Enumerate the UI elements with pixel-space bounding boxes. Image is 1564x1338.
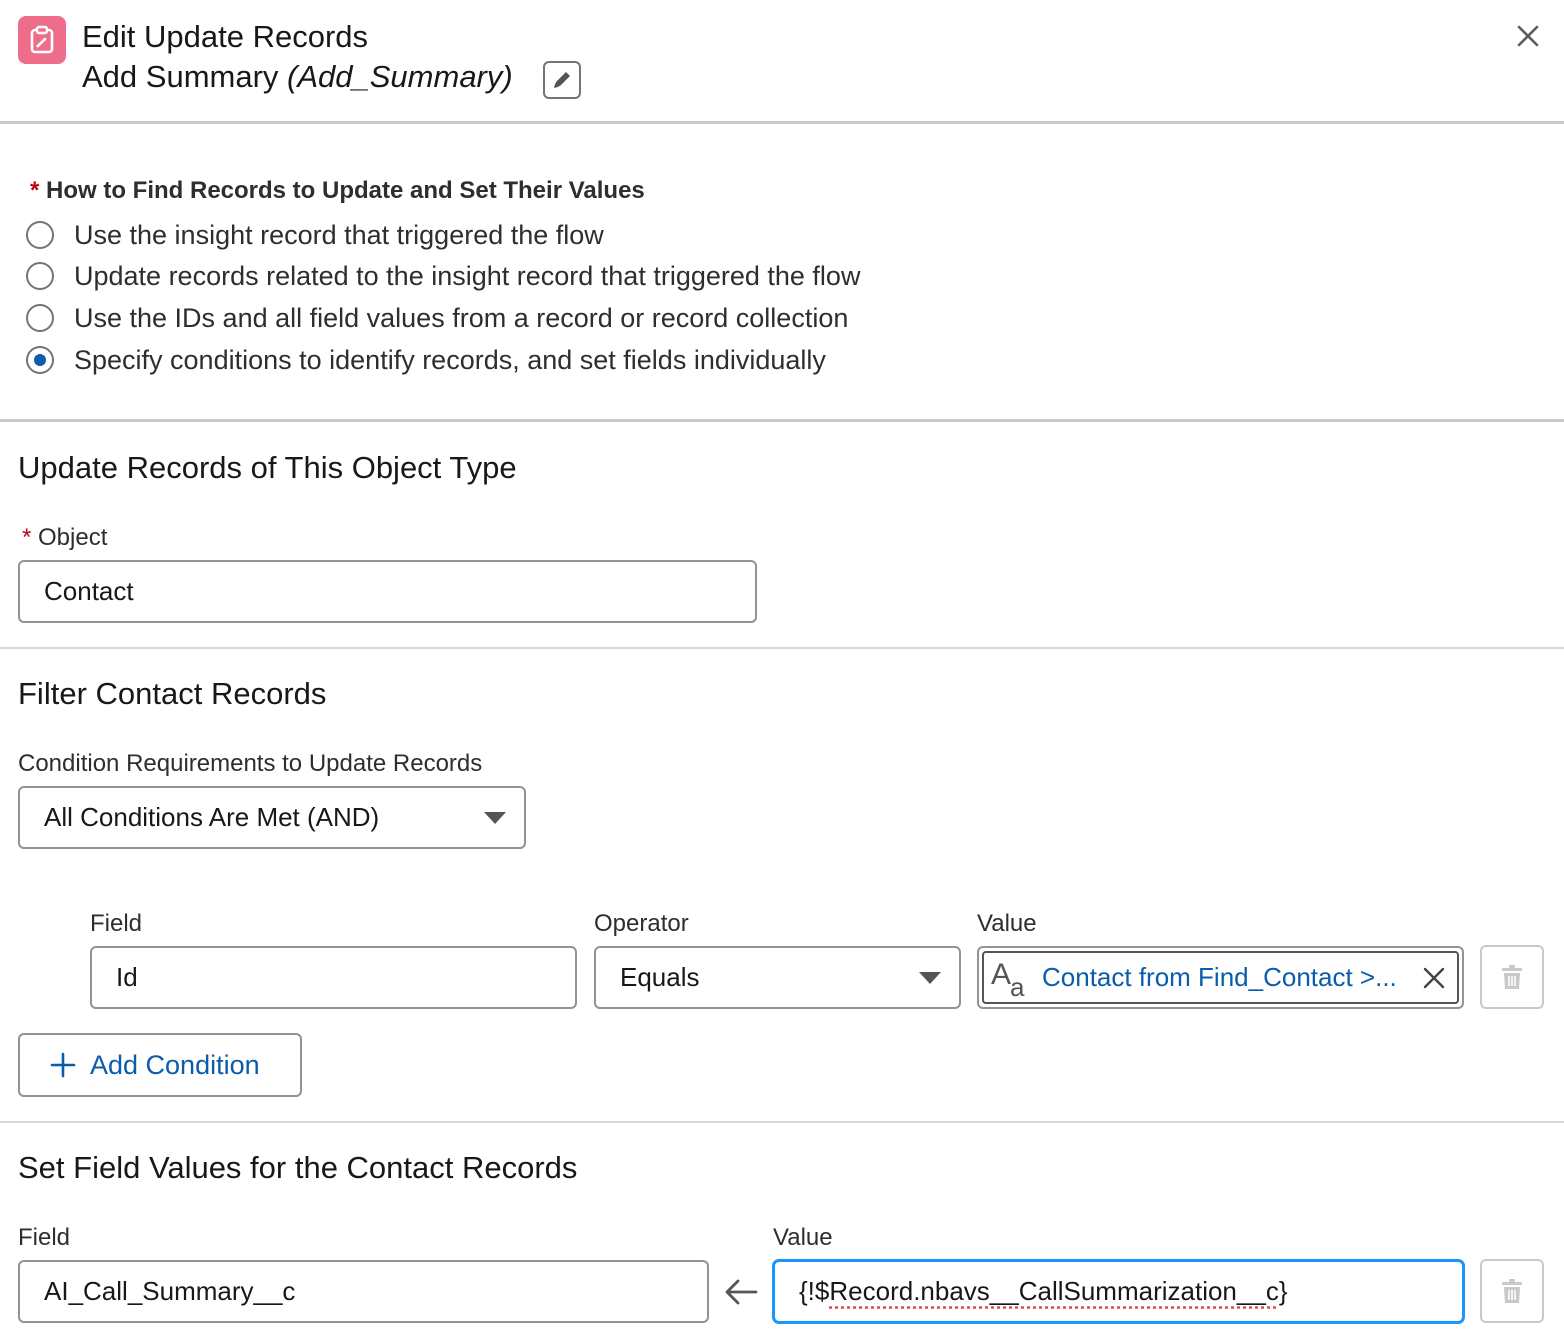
section-divider (0, 1121, 1564, 1123)
add-condition-button[interactable]: Add Condition (18, 1033, 302, 1097)
element-api-name: (Add_Summary) (287, 59, 513, 94)
object-label-text: Object (38, 524, 108, 551)
required-marker: * (30, 177, 40, 204)
radio-button[interactable] (26, 304, 54, 332)
radio-button-selected[interactable] (26, 346, 54, 374)
radio-option-specify-conditions[interactable]: Specify conditions to identify records, … (26, 343, 826, 377)
section-divider (0, 419, 1564, 422)
set-value-input[interactable]: {!$ Record.nbavs__CallSummarization__c} (773, 1260, 1464, 1323)
caret-down-icon (484, 811, 506, 824)
add-condition-label: Add Condition (90, 1049, 260, 1080)
element-label: Add Summary (82, 59, 279, 94)
set-field-header: Field (18, 1224, 71, 1251)
condition-field-input[interactable]: Id (90, 946, 577, 1009)
radio-option-related-records[interactable]: Update records related to the insight re… (26, 259, 860, 293)
condition-operator-select[interactable]: Equals (594, 946, 961, 1009)
edit-label-button[interactable] (543, 61, 581, 99)
trash-icon (1502, 965, 1522, 989)
radio-option-record-collection[interactable]: Use the IDs and all field values from a … (26, 301, 848, 335)
delete-condition-button[interactable] (1480, 945, 1544, 1009)
radio-label: Use the IDs and all field values from a … (74, 302, 849, 333)
close-icon (1517, 25, 1539, 47)
caret-down-icon (919, 971, 941, 984)
radio-option-triggering-record[interactable]: Use the insight record that triggered th… (26, 218, 604, 252)
set-values-section-title: Set Field Values for the Contact Records (18, 1150, 578, 1185)
dialog-title: Edit Update Records (82, 19, 369, 54)
resource-pill-label: Contact from Find_Contact >... (1042, 962, 1397, 992)
condition-field-header: Field (90, 910, 143, 937)
element-name: Add Summary (Add_Summary) (82, 58, 513, 96)
text-type-icon: A a (991, 958, 1025, 999)
set-value-header: Value (773, 1224, 833, 1251)
find-records-label-text: How to Find Records to Update and Set Th… (46, 177, 645, 204)
set-value-merge-field: Record.nbavs__CallSummarization__c (829, 1276, 1279, 1306)
remove-pill-icon[interactable] (1423, 967, 1445, 989)
radio-label: Update records related to the insight re… (74, 260, 861, 291)
clipboard-edit-icon (18, 16, 66, 64)
find-records-label: * How to Find Records to Update and Set … (30, 176, 645, 206)
radio-button[interactable] (26, 221, 54, 249)
trash-icon (1502, 1279, 1522, 1303)
header-divider (0, 121, 1564, 124)
condition-value-input[interactable]: A a Contact from Find_Contact >... (977, 946, 1464, 1009)
arrow-left-icon (724, 1278, 758, 1306)
object-label: * Object (22, 523, 107, 553)
filter-section-title: Filter Contact Records (18, 676, 327, 711)
condition-value-header: Value (977, 910, 1037, 937)
section-divider (0, 647, 1564, 649)
object-section-title: Update Records of This Object Type (18, 450, 517, 485)
condition-requirements-label: Condition Requirements to Update Records (18, 750, 483, 777)
delete-field-value-button[interactable] (1480, 1259, 1544, 1323)
condition-operator-value: Equals (620, 962, 700, 992)
svg-text:a: a (1010, 972, 1025, 999)
set-field-input[interactable]: AI_Call_Summary__c (18, 1260, 709, 1323)
resource-pill[interactable]: A a Contact from Find_Contact >... (982, 951, 1459, 1004)
condition-requirements-select[interactable]: All Conditions Are Met (AND) (18, 786, 526, 849)
add-icon (50, 1052, 76, 1078)
condition-operator-header: Operator (594, 910, 689, 937)
set-value-prefix: {!$ (799, 1276, 830, 1306)
radio-label: Use the insight record that triggered th… (74, 219, 604, 250)
svg-text:A: A (991, 958, 1011, 991)
set-value-suffix: } (1278, 1276, 1288, 1306)
pencil-icon (554, 72, 570, 88)
radio-button[interactable] (26, 262, 54, 290)
close-button[interactable] (1512, 20, 1544, 52)
object-input[interactable]: Contact (18, 560, 757, 623)
required-marker: * (22, 524, 32, 551)
condition-requirements-value: All Conditions Are Met (AND) (44, 802, 380, 832)
radio-label: Specify conditions to identify records, … (74, 344, 826, 375)
